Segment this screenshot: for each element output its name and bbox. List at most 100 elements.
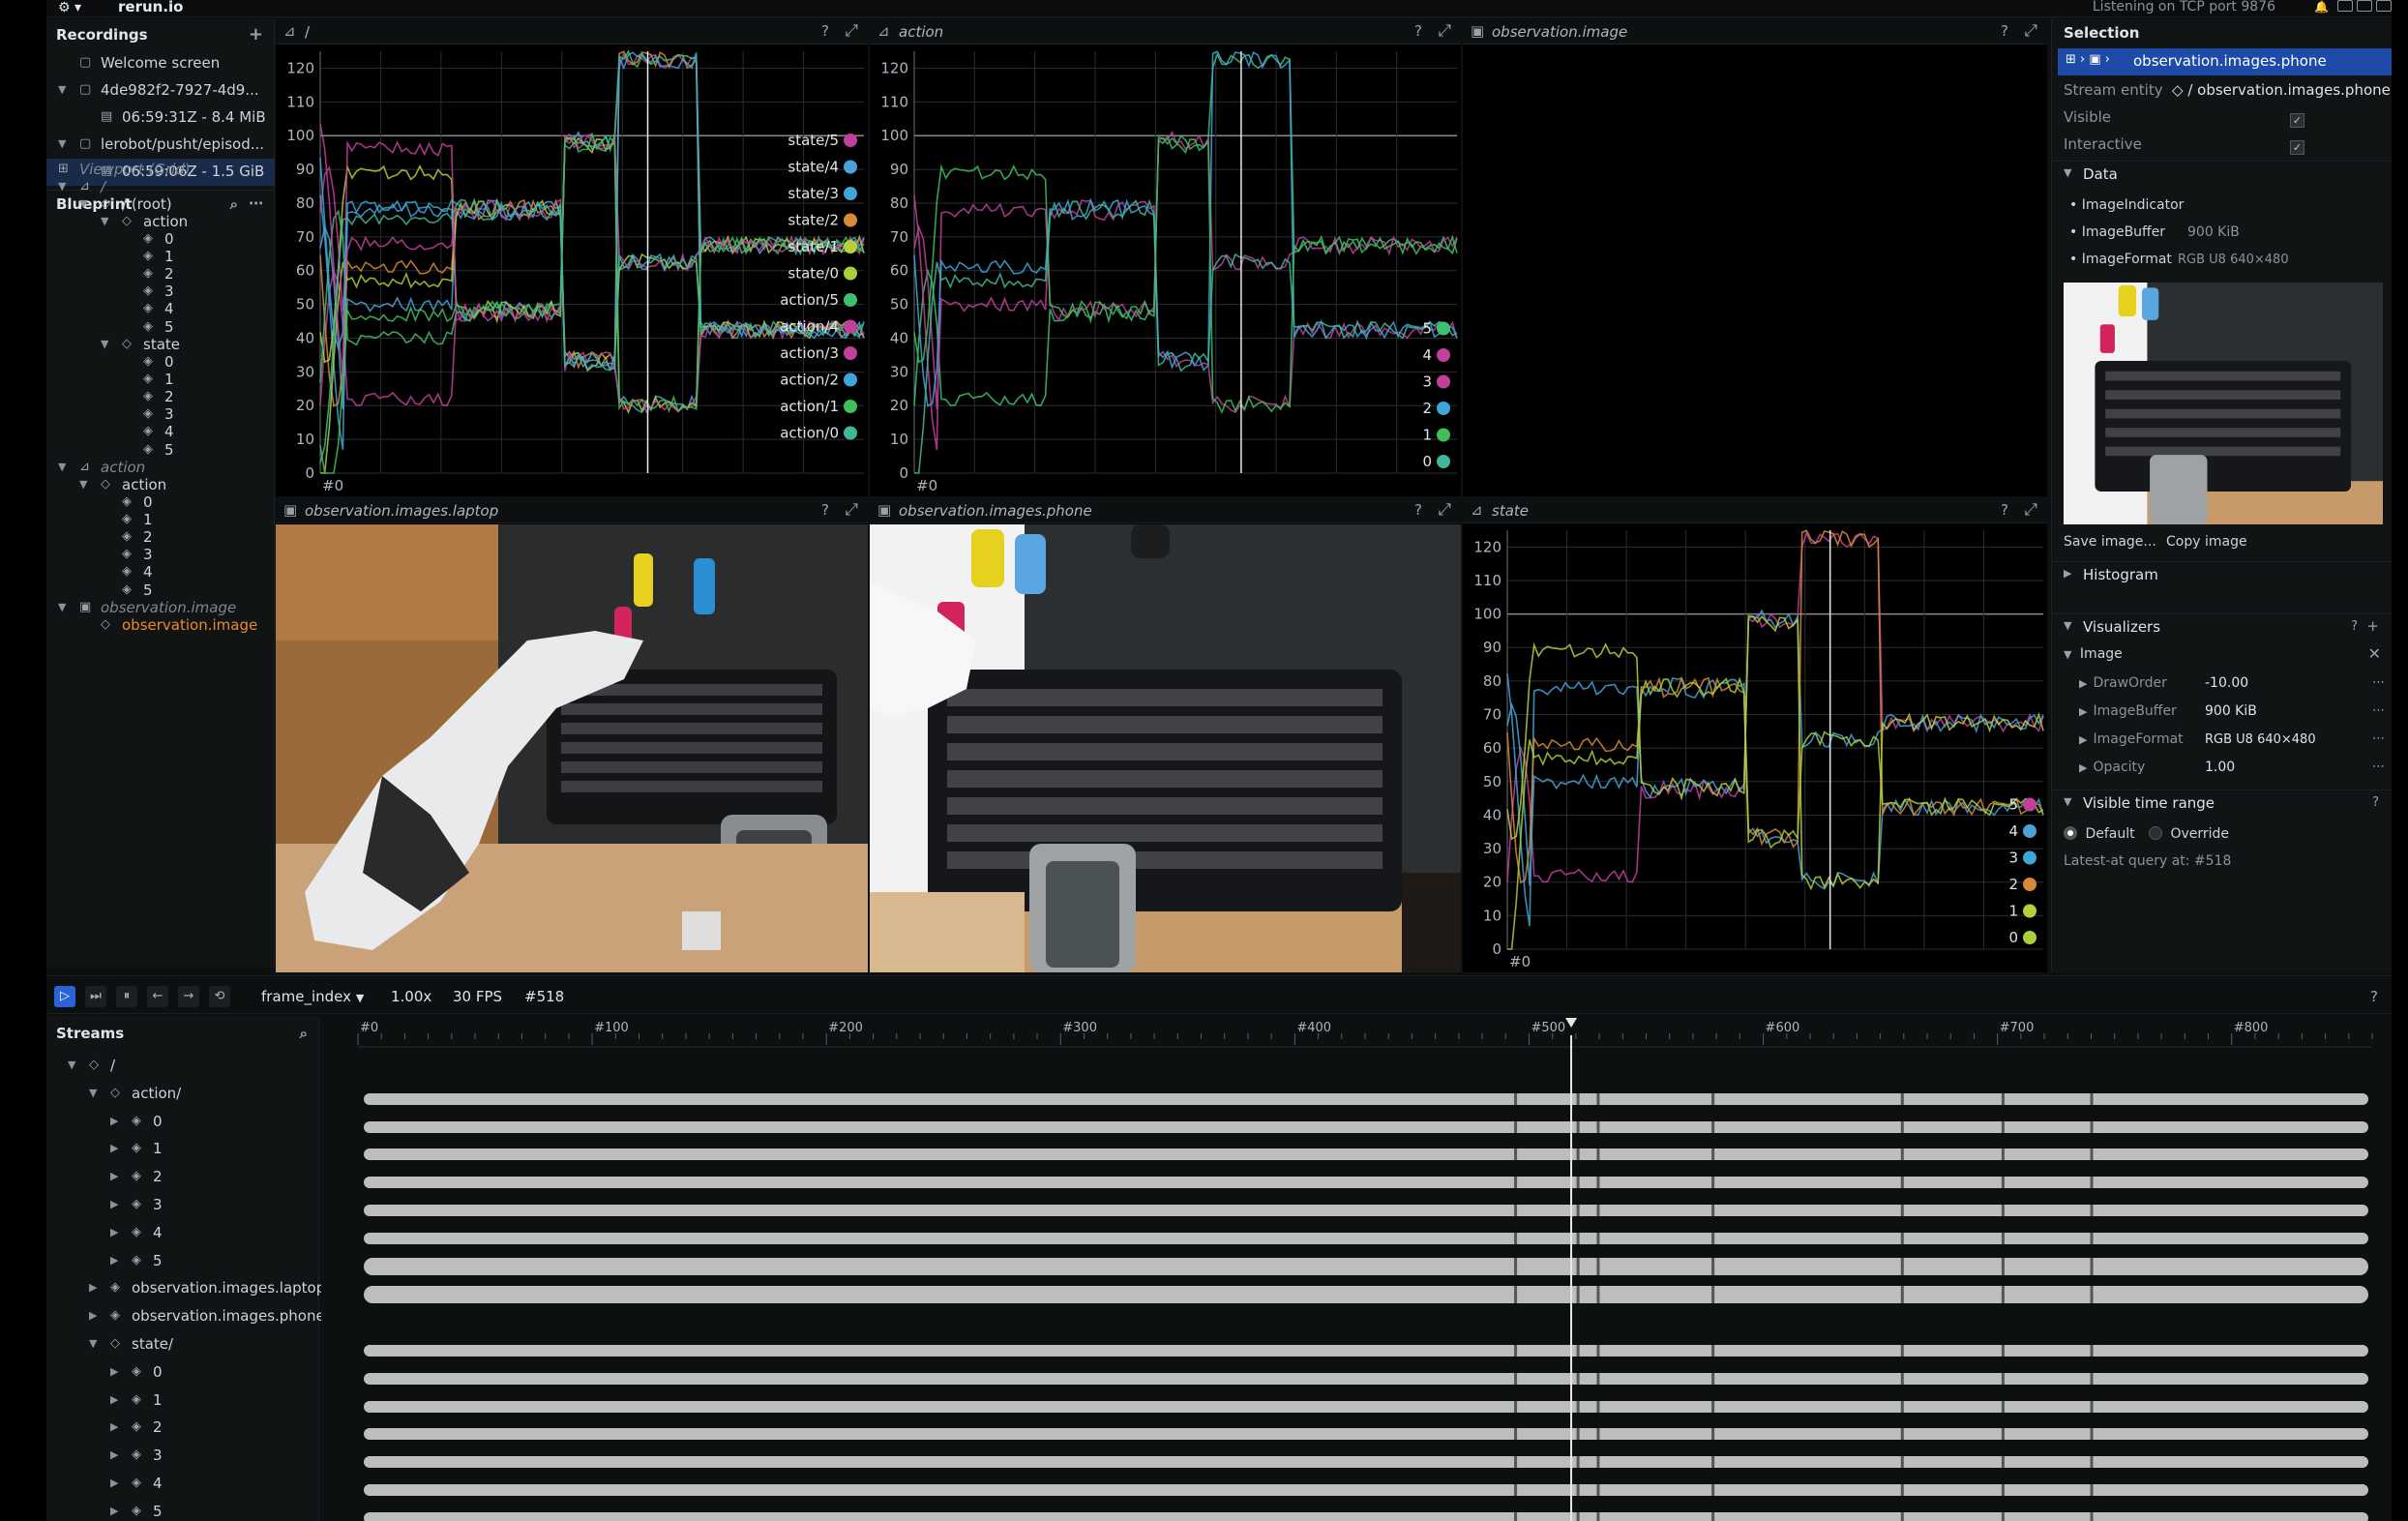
help-icon[interactable]: ? xyxy=(1414,501,1422,519)
view-phone-image[interactable]: ▣ observation.images.phone ? ⤢ xyxy=(870,498,1461,972)
view-action-timeseries[interactable]: ⊿ action ? ⤢ 0 10 20 30 40 50 60 70 80 90 100 110 12… xyxy=(870,19,1461,496)
stream-action-2[interactable]: ▶ ◈ 2 xyxy=(46,1164,275,1191)
recording-lerobot[interactable]: ▼ ▢ lerobot/pusht/episod... xyxy=(46,132,275,159)
stream-state-3[interactable]: ▶ ◈ 3 xyxy=(46,1443,275,1470)
stream-state[interactable]: ▼ ◇ state/ xyxy=(46,1331,275,1358)
chevron-right-icon[interactable]: ▶ xyxy=(110,1365,118,1378)
chevron-right-icon[interactable]: ▶ xyxy=(110,1170,118,1182)
timeseries-plot[interactable]: 0102030405060708090100110120#0543210 xyxy=(1463,524,2047,972)
entity-observation-image[interactable]: ◇ observation.image xyxy=(46,612,275,640)
chevron-right-icon[interactable]: ▶ xyxy=(110,1505,118,1517)
visualizers-section-header[interactable]: ▼ Visualizers ? + xyxy=(2052,613,2392,641)
chevron-right-icon[interactable]: ▶ xyxy=(2079,677,2087,690)
more-icon[interactable]: ⋯ xyxy=(2372,731,2385,746)
stream-track[interactable] xyxy=(364,1286,2368,1303)
visualizer-component[interactable]: ▶ ImageBuffer 900 KiB ⋯ xyxy=(2079,703,2385,719)
view-observation-image[interactable]: ▣ observation.image ? ⤢ xyxy=(1463,19,2047,496)
chevron-right-icon[interactable]: ▶ xyxy=(110,1142,118,1154)
stream-track[interactable] xyxy=(364,1121,2368,1133)
series-line[interactable] xyxy=(913,199,1458,414)
close-icon[interactable]: ✕ xyxy=(2368,644,2381,663)
stream-action-4[interactable]: ▶ ◈ 4 xyxy=(46,1220,275,1247)
histogram-section-header[interactable]: ▶ Histogram xyxy=(2052,561,2392,588)
chevron-right-icon[interactable]: ▶ xyxy=(110,1115,118,1127)
chevron-right-icon[interactable]: ▶ xyxy=(2079,733,2087,746)
component-value[interactable]: RGB U8 640×480 xyxy=(2205,732,2316,747)
recording-welcome[interactable]: ▢ Welcome screen xyxy=(46,50,275,77)
series-line[interactable] xyxy=(1506,676,2044,890)
stream-track[interactable] xyxy=(364,1428,2368,1440)
rerun-menu-icon[interactable]: ⚙ ▾ xyxy=(58,0,81,15)
maximize-icon[interactable]: ⤢ xyxy=(2024,500,2037,520)
series-line[interactable] xyxy=(1506,529,2044,884)
chevron-right-icon[interactable]: ▶ xyxy=(110,1198,118,1210)
visualizer-component[interactable]: ▶ ImageFormat RGB U8 640×480 ⋯ xyxy=(2079,731,2385,747)
help-icon[interactable]: ? xyxy=(821,22,829,40)
chevron-right-icon[interactable]: ▶ xyxy=(2079,761,2087,774)
maximize-icon[interactable]: ⤢ xyxy=(845,500,858,520)
playback-speed[interactable]: 1.00x xyxy=(391,988,431,1005)
stream-root[interactable]: ▼ ◇ / xyxy=(46,1053,275,1080)
chevron-right-icon[interactable]: ▶ xyxy=(110,1476,118,1489)
stream-track[interactable] xyxy=(364,1233,2368,1244)
maximize-icon[interactable]: ⤢ xyxy=(1438,500,1451,520)
maximize-icon[interactable]: ⤢ xyxy=(1438,21,1451,41)
step-back-icon[interactable]: ← xyxy=(147,986,168,1007)
stream-track[interactable] xyxy=(364,1093,2368,1105)
stream-track[interactable] xyxy=(364,1373,2368,1385)
chevron-right-icon[interactable]: ▶ xyxy=(89,1281,97,1294)
series-line[interactable] xyxy=(1507,676,2044,950)
timeline-area[interactable]: #0 #100 #200 #300 #400 #500 #600 #700 #800 xyxy=(321,1016,2392,1521)
series-line[interactable] xyxy=(1506,614,2044,891)
series-line[interactable] xyxy=(913,50,1458,407)
add-visualizer-icon[interactable]: + xyxy=(2366,617,2379,635)
stream-state-1[interactable]: ▶ ◈ 1 xyxy=(46,1387,275,1415)
chevron-right-icon[interactable]: ▶ xyxy=(2079,705,2087,718)
view-state-timeseries[interactable]: ⊿ state ? ⤢ 0 10 20 30 40 50 60 70 80 90 100 110 120… xyxy=(1463,498,2047,972)
stream-track[interactable] xyxy=(364,1205,2368,1216)
visualizer-component[interactable]: ▶ DrawOrder -10.00 ⋯ xyxy=(2079,675,2385,691)
play-icon[interactable]: ▷ xyxy=(54,986,75,1007)
more-icon[interactable]: ⋯ xyxy=(2372,760,2385,774)
timeseries-plot[interactable]: 0102030405060708090100110120#0543210 xyxy=(870,45,1461,496)
component-value[interactable]: 1.00 xyxy=(2205,760,2235,775)
help-icon[interactable]: ? xyxy=(2372,795,2379,810)
radio-selected-icon[interactable] xyxy=(2064,826,2077,840)
stream-action-0[interactable]: ▶ ◈ 0 xyxy=(46,1109,275,1136)
recording-entry[interactable]: ▤ 06:59:31Z - 8.4 MiB xyxy=(46,104,275,132)
chevron-right-icon[interactable]: ▶ xyxy=(110,1420,118,1433)
visualizer-component[interactable]: ▶ Opacity 1.00 ⋯ xyxy=(2079,760,2385,775)
timeline-selector[interactable]: frame_index ▼ xyxy=(261,988,364,1005)
help-icon[interactable]: ? xyxy=(2001,501,2008,519)
timeseries-plot[interactable]: 0 10 20 30 40 50 60 70 80 90 100 110 120 #0 state/5 sta… xyxy=(276,45,868,496)
copy-image-button[interactable]: Copy image xyxy=(2166,534,2247,550)
save-image-button[interactable]: Save image... xyxy=(2064,534,2156,550)
component-value[interactable]: -10.00 xyxy=(2205,675,2248,691)
stream-track[interactable] xyxy=(364,1258,2368,1275)
chevron-down-icon[interactable]: ▼ xyxy=(58,83,66,96)
stream-state-2[interactable]: ▶ ◈ 2 xyxy=(46,1415,275,1442)
left-panel-toggle-icon[interactable] xyxy=(2337,0,2353,12)
chevron-down-icon[interactable]: ▼ xyxy=(58,137,66,150)
chevron-down-icon[interactable]: ▼ xyxy=(68,1059,75,1071)
data-section-header[interactable]: ▼ Data xyxy=(2052,161,2392,188)
help-icon[interactable]: ? xyxy=(2351,619,2358,634)
stream-track[interactable] xyxy=(364,1345,2368,1357)
help-icon[interactable]: ? xyxy=(821,501,829,519)
current-frame[interactable]: #518 xyxy=(524,988,564,1005)
help-icon[interactable]: ? xyxy=(2370,988,2378,1005)
more-icon[interactable]: ⋯ xyxy=(2372,675,2385,690)
chevron-right-icon[interactable]: ▶ xyxy=(110,1226,118,1238)
loop-icon[interactable]: ⟲ xyxy=(209,986,230,1007)
viewport-icon[interactable]: ⊞ › ▣ › xyxy=(2066,52,2110,67)
stream-action-1[interactable]: ▶ ◈ 1 xyxy=(46,1136,275,1163)
pause-icon[interactable]: ⏸ xyxy=(116,986,137,1007)
bottom-panel-toggle-icon[interactable] xyxy=(2357,0,2372,12)
recording-4de982f2[interactable]: ▼ ▢ 4de982f2-7927-4d9... xyxy=(46,77,275,104)
interactive-checkbox[interactable]: ✓ xyxy=(2290,140,2304,155)
stream-state-4[interactable]: ▶ ◈ 4 xyxy=(46,1471,275,1498)
chevron-down-icon[interactable]: ▼ xyxy=(89,1337,97,1350)
stream-entity-value[interactable]: ◇ / observation.images.phone xyxy=(2172,81,2391,99)
stream-track[interactable] xyxy=(364,1484,2368,1496)
series-line[interactable] xyxy=(914,198,1458,474)
